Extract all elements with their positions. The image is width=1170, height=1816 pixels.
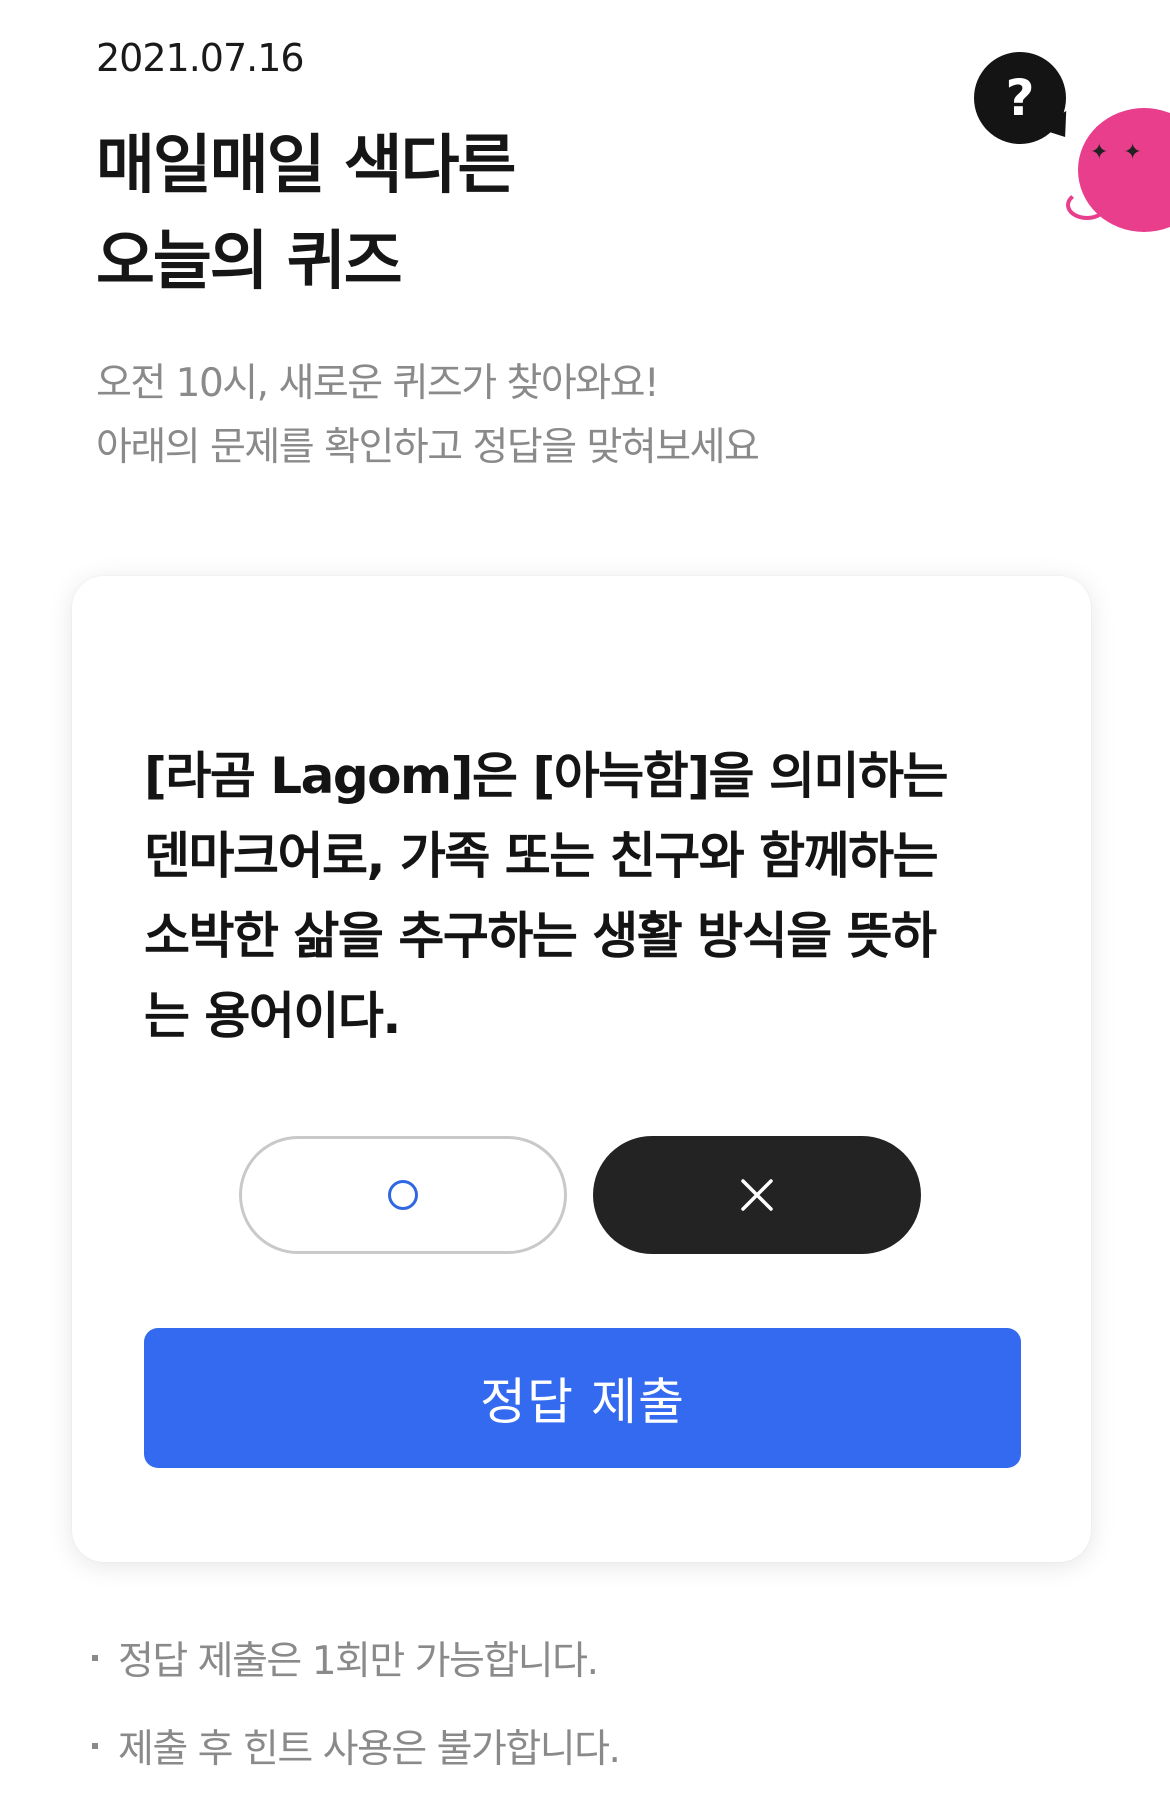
quiz-question: [라곰 Lagom]은 [아늑함]을 의미하는 덴마크어로, 가족 또는 친구와… <box>144 736 1024 1056</box>
page-subtitle: 오전 10시, 새로운 퀴즈가 찾아와요! 아래의 문제를 확인하고 정답을 맞… <box>96 352 760 480</box>
quiz-question-line-3: 소박한 삶을 추구하는 생활 방식을 뜻하 <box>144 907 937 965</box>
quiz-question-line-4: 는 용어이다. <box>144 987 401 1045</box>
page-title-line-1: 매일매일 색다른 <box>96 129 516 203</box>
page-title: 매일매일 색다른 오늘의 퀴즈 <box>96 118 516 310</box>
notice-item: 제출 후 힌트 사용은 불가합니다. <box>92 1716 621 1776</box>
quiz-date: 2021.07.16 <box>96 36 305 80</box>
answer-o-button[interactable] <box>239 1136 567 1254</box>
bullet-icon <box>92 1743 98 1749</box>
quiz-question-line-1: [라곰 Lagom]은 [아늑함]을 의미하는 <box>144 747 948 805</box>
notice-text: 정답 제출은 1회만 가능합니다. <box>118 1639 599 1684</box>
page-subtitle-line-2: 아래의 문제를 확인하고 정답을 맞혀보세요 <box>96 425 760 470</box>
page-title-line-2: 오늘의 퀴즈 <box>96 225 403 299</box>
mascot-eyes-icon: ✦ ✦ <box>1090 140 1146 165</box>
quiz-card: [라곰 Lagom]은 [아늑함]을 의미하는 덴마크어로, 가족 또는 친구와… <box>72 576 1091 1562</box>
bullet-icon <box>92 1655 98 1661</box>
submit-answer-button[interactable]: 정답 제출 <box>144 1328 1021 1468</box>
notice-list: 정답 제출은 1회만 가능합니다. 제출 후 힌트 사용은 불가합니다. <box>92 1628 621 1804</box>
notice-item: 정답 제출은 1회만 가능합니다. <box>92 1628 619 1688</box>
mascot-arm-icon <box>1066 190 1108 220</box>
circle-o-icon <box>388 1180 418 1210</box>
page-subtitle-line-1: 오전 10시, 새로운 퀴즈가 찾아와요! <box>96 361 660 406</box>
quiz-question-line-2: 덴마크어로, 가족 또는 친구와 함께하는 <box>144 827 939 885</box>
x-icon <box>740 1178 774 1212</box>
notice-text: 제출 후 힌트 사용은 불가합니다. <box>118 1727 621 1772</box>
answer-x-button[interactable] <box>593 1136 921 1254</box>
